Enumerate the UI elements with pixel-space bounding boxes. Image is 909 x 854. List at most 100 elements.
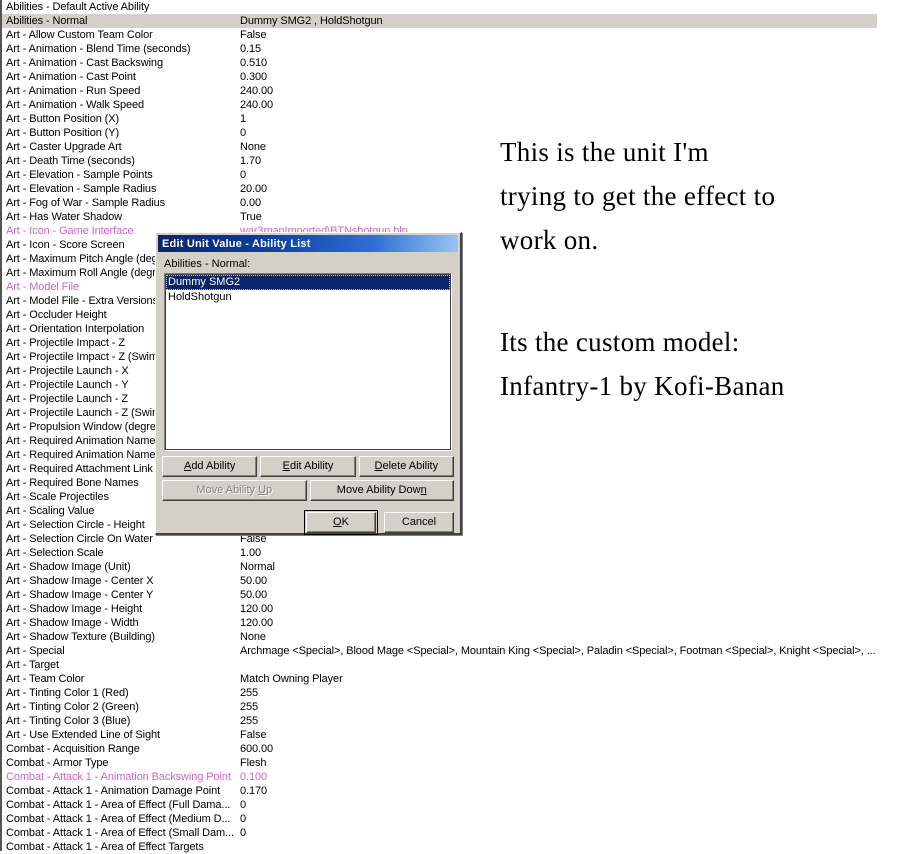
ability-list-item[interactable]: HoldShotgun [166, 290, 450, 305]
property-value[interactable]: 0 [240, 168, 246, 182]
property-name: Art - Tinting Color 1 (Red) [6, 687, 129, 699]
button-row-move: Move Ability Up Move Ability Down [162, 480, 454, 501]
property-row[interactable]: Art - Use Extended Line of Sight False [2, 728, 909, 742]
property-value[interactable]: Archmage <Special>, Blood Mage <Special>… [240, 644, 876, 658]
property-value[interactable]: 50.00 [240, 574, 267, 588]
property-value[interactable]: 255 [240, 686, 258, 700]
property-value[interactable]: None [240, 140, 266, 154]
move-ability-up-button[interactable]: Move Ability Up [162, 480, 307, 501]
property-row[interactable]: Art - Special Archmage <Special>, Blood M… [2, 644, 909, 658]
property-value[interactable]: 0 [240, 798, 246, 812]
property-row[interactable]: Abilities - Default Active Ability [2, 0, 909, 14]
delete-ability-button[interactable]: Delete Ability [358, 456, 454, 477]
cancel-button[interactable]: Cancel [384, 512, 454, 533]
property-row[interactable]: Art - Animation - Blend Time (seconds) 0.… [2, 42, 909, 56]
property-row[interactable]: Art - Tinting Color 2 (Green) 255 [2, 700, 909, 714]
property-name: Combat - Attack 1 - Area of Effect (Full… [6, 799, 231, 811]
property-value[interactable]: 600.00 [240, 742, 273, 756]
property-value[interactable]: 20.00 [240, 182, 267, 196]
property-row[interactable]: Art - Button Position (X) 1 [2, 112, 909, 126]
ability-list-item[interactable]: Dummy SMG2 [166, 275, 450, 290]
property-value[interactable]: 120.00 [240, 602, 273, 616]
property-name: Art - Animation - Cast Point [6, 71, 136, 83]
property-name: Art - Propulsion Window (degree: [6, 421, 165, 433]
property-row[interactable]: Combat - Attack 1 - Area of Effect (Full… [2, 798, 909, 812]
dialog-confirm-row: OK Cancel [156, 504, 460, 535]
add-ability-button[interactable]: Add Ability [162, 456, 258, 477]
property-value[interactable]: 50.00 [240, 588, 267, 602]
property-row[interactable]: Art - Shadow Image - Center Y 50.00 [2, 588, 909, 602]
ability-listbox[interactable]: Dummy SMG2 HoldShotgun [164, 273, 452, 451]
property-name: Art - Target [6, 659, 60, 671]
property-value[interactable]: 255 [240, 714, 258, 728]
property-value[interactable]: 0 [240, 812, 246, 826]
property-value[interactable]: False [240, 28, 267, 42]
property-value[interactable]: 1 [240, 112, 246, 126]
property-row[interactable]: Art - Shadow Image - Height 120.00 [2, 602, 909, 616]
ok-label-tail: K [341, 516, 349, 528]
property-row[interactable]: Art - Allow Custom Team Color False [2, 28, 909, 42]
property-value[interactable]: 240.00 [240, 98, 273, 112]
property-value[interactable]: Normal [240, 560, 275, 574]
property-value[interactable]: Dummy SMG2 , HoldShotgun [240, 14, 383, 28]
ok-button[interactable]: OK [304, 510, 378, 535]
property-value[interactable]: 0.100 [240, 770, 267, 784]
annotation-line-4: Its the custom model: [500, 327, 740, 357]
property-value[interactable]: Match Owning Player [240, 672, 343, 686]
property-row[interactable]: Art - Animation - Walk Speed 240.00 [2, 98, 909, 112]
property-row[interactable]: Combat - Attack 1 - Animation Damage Poi… [2, 784, 909, 798]
ability-list-label: Abilities - Normal: [164, 258, 251, 270]
property-row[interactable]: Art - Target [2, 658, 909, 672]
property-row[interactable]: Art - Selection Scale 1.00 [2, 546, 909, 560]
property-value[interactable]: False [240, 728, 267, 742]
edit-ability-button[interactable]: Edit Ability [260, 456, 356, 477]
move-ability-down-button[interactable]: Move Ability Down [309, 480, 454, 501]
annotation-line-1: This is the unit I'm [500, 137, 709, 167]
property-value[interactable]: None [240, 630, 266, 644]
property-value[interactable]: True [240, 210, 262, 224]
annotation-overlay: This is the unit I'm trying to get the e… [500, 130, 900, 408]
property-row[interactable]: Combat - Acquisition Range 600.00 [2, 742, 909, 756]
property-name: Art - Shadow Texture (Building) [6, 631, 155, 643]
property-value[interactable]: 0.300 [240, 70, 267, 84]
property-row[interactable]: Combat - Armor Type Flesh [2, 756, 909, 770]
property-value[interactable]: 0.15 [240, 42, 261, 56]
property-value[interactable]: 120.00 [240, 616, 273, 630]
property-row[interactable]: Combat - Attack 1 - Area of Effect (Smal… [2, 826, 909, 840]
move-up-label-tail: p [266, 484, 273, 496]
property-value[interactable]: 0.510 [240, 56, 267, 70]
property-row[interactable]: Art - Tinting Color 3 (Blue) 255 [2, 714, 909, 728]
property-row[interactable]: Art - Shadow Texture (Building) None [2, 630, 909, 644]
property-row[interactable]: Art - Shadow Image - Width 120.00 [2, 616, 909, 630]
property-row[interactable]: Art - Animation - Cast Backswing 0.510 [2, 56, 909, 70]
property-value[interactable]: 0.00 [240, 196, 261, 210]
property-name: Art - Required Animation Names [6, 435, 161, 447]
annotation-line-2: trying to get the effect to [500, 181, 776, 211]
property-row[interactable]: Combat - Attack 1 - Animation Backswing … [2, 770, 909, 784]
property-name: Combat - Attack 1 - Animation Backswing … [6, 771, 231, 783]
property-name: Art - Special [6, 645, 65, 657]
edit-unit-value-dialog[interactable]: Edit Unit Value - Ability List Abilities… [155, 232, 462, 535]
property-row[interactable]: Art - Shadow Image - Center X 50.00 [2, 574, 909, 588]
property-name: Art - Elevation - Sample Points [6, 169, 153, 181]
property-value[interactable]: 240.00 [240, 84, 273, 98]
property-row[interactable]: Art - Animation - Run Speed 240.00 [2, 84, 909, 98]
property-value[interactable]: Flesh [240, 756, 267, 770]
property-value[interactable]: 255 [240, 700, 258, 714]
property-row[interactable]: Combat - Attack 1 - Area of Effect Targe… [2, 840, 909, 854]
property-name: Art - Animation - Walk Speed [6, 99, 145, 111]
dialog-titlebar[interactable]: Edit Unit Value - Ability List [158, 235, 458, 252]
property-row[interactable]: Abilities - Normal Dummy SMG2 , HoldShotg… [2, 14, 877, 28]
property-value[interactable]: 0 [240, 126, 246, 140]
property-name: Art - Caster Upgrade Art [6, 141, 122, 153]
property-row[interactable]: Combat - Attack 1 - Area of Effect (Medi… [2, 812, 909, 826]
property-value[interactable]: 0 [240, 826, 246, 840]
property-value[interactable]: 1.00 [240, 546, 261, 560]
property-value[interactable]: 1.70 [240, 154, 261, 168]
property-row[interactable]: Art - Shadow Image (Unit) Normal [2, 560, 909, 574]
property-row[interactable]: Art - Animation - Cast Point 0.300 [2, 70, 909, 84]
property-row[interactable]: Art - Tinting Color 1 (Red) 255 [2, 686, 909, 700]
property-name: Art - Tinting Color 3 (Blue) [6, 715, 131, 727]
property-row[interactable]: Art - Team Color Match Owning Player [2, 672, 909, 686]
property-value[interactable]: 0.170 [240, 784, 267, 798]
